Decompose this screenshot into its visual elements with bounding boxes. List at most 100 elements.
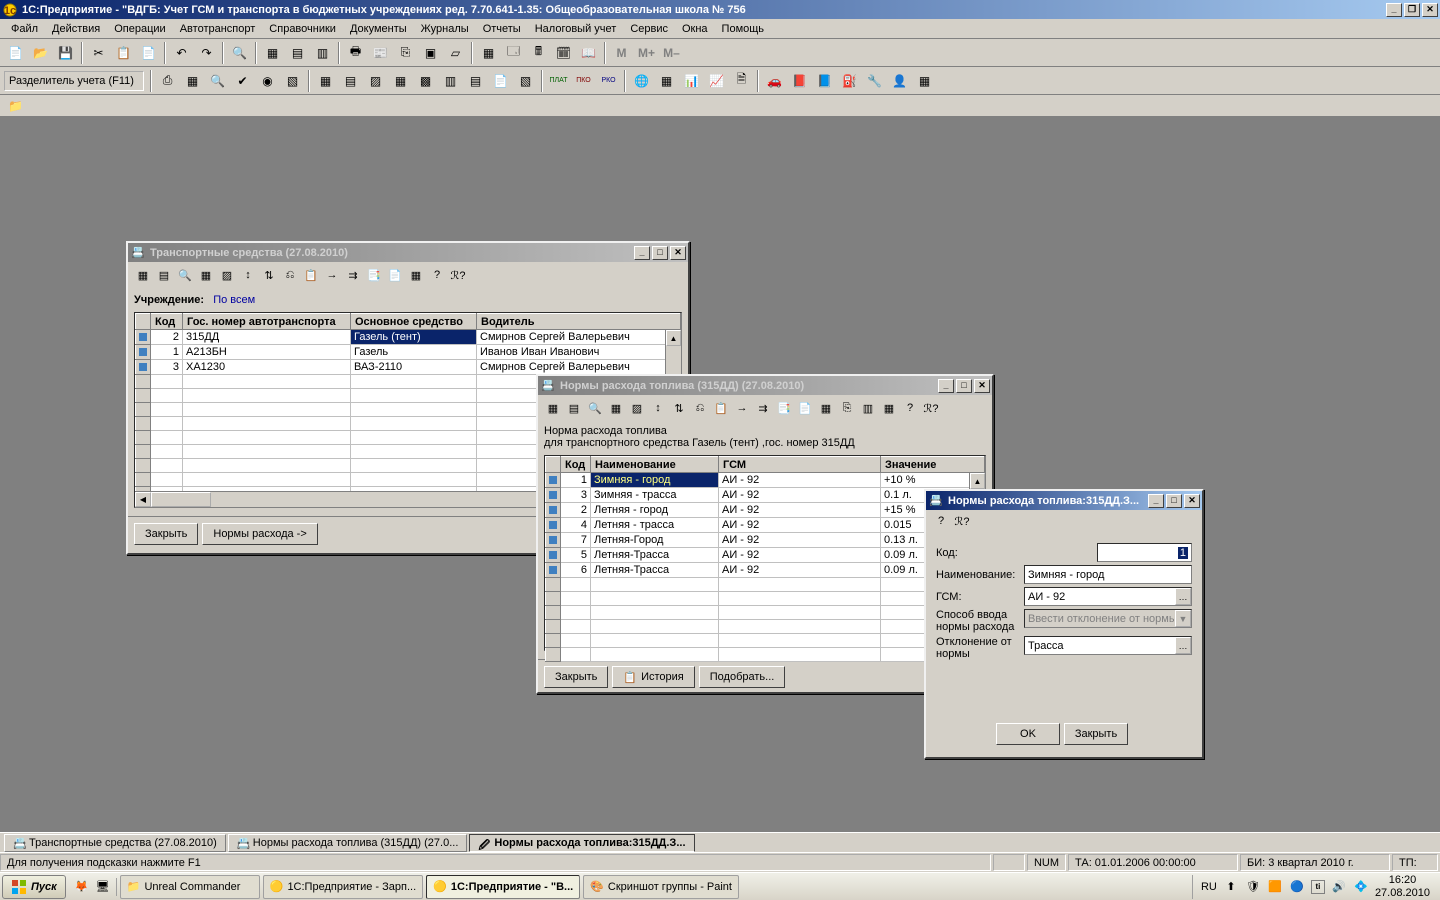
wt-icon[interactable]: ↕ (239, 266, 257, 284)
win-minimize-button[interactable]: _ (1148, 494, 1164, 508)
separator-field[interactable]: Разделитель учета (F11) (4, 71, 144, 91)
institution-value[interactable]: По всем (213, 294, 255, 306)
wt-icon[interactable]: 🔍 (176, 266, 194, 284)
tb-icon-h[interactable]: 🗔 (502, 42, 525, 64)
col-value[interactable]: Значение (881, 457, 985, 473)
dropdown-button[interactable]: ▼ (1175, 610, 1191, 627)
copy-icon[interactable]: 📋 (112, 42, 135, 64)
win-minimize-button[interactable]: _ (938, 379, 954, 393)
menu-service[interactable]: Сервис (623, 21, 675, 37)
wt-icon[interactable]: 📑 (775, 399, 793, 417)
paste-icon[interactable]: 📄 (137, 42, 160, 64)
window-vehicles-titlebar[interactable]: 📇 Транспортные средства (27.08.2010) _ □… (128, 243, 688, 262)
tb2-icon-25[interactable]: ⛽ (838, 70, 861, 92)
wt-icon[interactable]: ▤ (155, 266, 173, 284)
table-row[interactable]: 2 315ДД Газель (тент) Смирнов Сергей Вал… (136, 330, 681, 345)
tb2-icon-23[interactable]: 📕 (788, 70, 811, 92)
history-button[interactable]: 📋История (612, 666, 694, 688)
tray-shield-icon[interactable]: 🛡 (1245, 879, 1261, 895)
tb2-icon-21[interactable]: 📈 (705, 70, 728, 92)
menu-tax[interactable]: Налоговый учет (528, 21, 624, 37)
tb2-icon-19[interactable]: ▦ (655, 70, 678, 92)
tray-ti-icon[interactable]: ti (1311, 880, 1325, 894)
table-row[interactable]: 3 ХА1230 ВАЗ-2110 Смирнов Сергей Валерье… (136, 360, 681, 375)
tb2-icon-10[interactable]: ▦ (389, 70, 412, 92)
tb-icon-d[interactable]: ⎘ (394, 42, 417, 64)
wt-icon[interactable]: ⇅ (260, 266, 278, 284)
preview-icon[interactable]: 📰 (369, 42, 392, 64)
window-norm-edit-titlebar[interactable]: 📇 Нормы расхода топлива:315ДД.З... _ □ ✕ (926, 491, 1202, 510)
table-row[interactable]: 1 А213БН Газель Иванов Иван Иванович (136, 345, 681, 360)
lang-indicator[interactable]: RU (1201, 879, 1217, 895)
firefox-icon[interactable]: 🦊 (73, 878, 91, 896)
wt-icon[interactable]: 📋 (712, 399, 730, 417)
lookup-button[interactable]: … (1175, 588, 1191, 605)
col-driver[interactable]: Водитель (477, 314, 681, 330)
minimize-button[interactable]: _ (1386, 3, 1402, 17)
tb2-icon-15[interactable]: ▧ (514, 70, 537, 92)
wt-icon[interactable]: ⎘ (838, 399, 856, 417)
win-maximize-button[interactable]: □ (652, 246, 668, 260)
find-icon[interactable]: 🔍 (228, 42, 251, 64)
win-minimize-button[interactable]: _ (634, 246, 650, 260)
col-num[interactable]: Гос. номер автотранспорта (183, 314, 351, 330)
wt-icon[interactable]: 📑 (365, 266, 383, 284)
tb2-icon-4[interactable]: ✔ (231, 70, 254, 92)
wt-icon[interactable]: 📋 (302, 266, 320, 284)
tb-icon-e[interactable]: ▣ (419, 42, 442, 64)
win-maximize-button[interactable]: □ (956, 379, 972, 393)
help-icon[interactable]: ? (932, 512, 950, 530)
mdi-tab-active[interactable]: 🖉Нормы расхода топлива:315ДД.З... (469, 834, 694, 852)
menu-journals[interactable]: Журналы (414, 21, 476, 37)
wt-icon[interactable]: ▤ (565, 399, 583, 417)
tb2-icon-18[interactable]: РКО (597, 70, 620, 92)
start-button[interactable]: Пуск (2, 875, 66, 899)
scroll-up-icon[interactable]: ▲ (666, 330, 681, 346)
redo-icon[interactable]: ↷ (195, 42, 218, 64)
scroll-thumb[interactable] (151, 492, 211, 507)
whatsthis-icon[interactable]: ℛ? (922, 399, 940, 417)
whatsthis-icon[interactable]: ℛ? (953, 512, 971, 530)
tb2-icon-22[interactable]: 🗎 (730, 70, 753, 92)
tb2-icon-7[interactable]: ▦ (314, 70, 337, 92)
tb2-icon-2[interactable]: ▦ (181, 70, 204, 92)
print-icon[interactable]: 🖶 (344, 42, 367, 64)
table-row[interactable]: 7Летняя-ГородАИ - 920.13 л. (546, 533, 985, 548)
wt-icon[interactable]: ⇅ (670, 399, 688, 417)
tb-icon-f[interactable]: ▱ (444, 42, 467, 64)
wt-icon[interactable]: ⎌ (281, 266, 299, 284)
wt-icon[interactable]: ▨ (218, 266, 236, 284)
gsm-field[interactable]: АИ - 92… (1024, 587, 1192, 606)
tb2-icon-16[interactable]: ПЛАТ (547, 70, 570, 92)
table-row[interactable]: 3Зимняя - трассаАИ - 920.1 л. (546, 488, 985, 503)
restore-button[interactable]: ❐ (1404, 3, 1420, 17)
whatsthis-icon[interactable]: ℛ? (449, 266, 467, 284)
wt-icon[interactable]: ↕ (649, 399, 667, 417)
tb2-icon-1[interactable]: ⎙ (156, 70, 179, 92)
win-close-button[interactable]: ✕ (1184, 494, 1200, 508)
col-gsm[interactable]: ГСМ (719, 457, 881, 473)
person-icon[interactable]: 👤 (888, 70, 911, 92)
m-plus-icon[interactable]: M+ (635, 42, 658, 64)
menu-operations[interactable]: Операции (107, 21, 172, 37)
close-button[interactable]: Закрыть (134, 523, 198, 545)
help-icon[interactable]: ? (901, 399, 919, 417)
wt-icon[interactable]: → (733, 399, 751, 417)
tb2-icon-8[interactable]: ▤ (339, 70, 362, 92)
table-row[interactable]: 2Летняя - городАИ - 92+15 % (546, 503, 985, 518)
norms-grid[interactable]: Код Наименование ГСМ Значение 1 Зимняя -… (544, 455, 986, 651)
scroll-up-icon[interactable]: ▲ (970, 473, 985, 489)
wt-icon[interactable]: ▦ (880, 399, 898, 417)
help-icon[interactable]: ? (428, 266, 446, 284)
tb2-icon-9[interactable]: ▨ (364, 70, 387, 92)
col-code[interactable]: Код (151, 314, 183, 330)
wt-icon[interactable]: ▦ (544, 399, 562, 417)
ok-button[interactable]: OK (996, 723, 1060, 745)
norms-button[interactable]: Нормы расхода -> (202, 523, 317, 545)
deviation-field[interactable]: Трасса… (1024, 636, 1192, 655)
wt-icon[interactable]: ▦ (197, 266, 215, 284)
menu-file[interactable]: Файл (4, 21, 45, 37)
tb2-icon-27[interactable]: ▦ (913, 70, 936, 92)
wt-icon[interactable]: → (323, 266, 341, 284)
window-norms-titlebar[interactable]: 📇 Нормы расхода топлива (315ДД) (27.08.2… (538, 376, 992, 395)
